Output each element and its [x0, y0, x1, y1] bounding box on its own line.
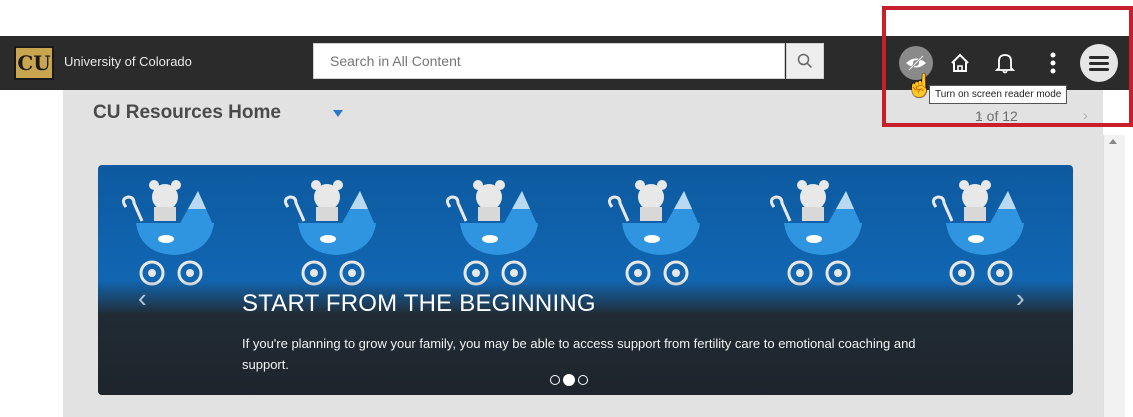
carousel-dot[interactable]	[578, 375, 588, 385]
scroll-up-arrow-icon[interactable]	[1109, 139, 1117, 144]
carousel-prev-chevron-icon[interactable]: ‹	[138, 283, 147, 314]
logo-text: CU	[17, 51, 51, 75]
search-icon	[797, 53, 813, 69]
carousel-dot[interactable]	[550, 375, 560, 385]
banner-description: If you're planning to grow your family, …	[242, 336, 916, 372]
chevron-down-icon[interactable]	[333, 110, 343, 117]
screen: CU University of Colorado CU Resources H…	[0, 0, 1133, 417]
carousel-next-chevron-icon[interactable]: ›	[1016, 283, 1025, 314]
carousel-indicators	[550, 374, 588, 386]
banner-title: START FROM THE BEGINNING	[242, 290, 596, 317]
screen-reader-tooltip: Turn on screen reader mode	[929, 85, 1068, 104]
search-button[interactable]	[786, 43, 824, 79]
annotation-highlight-box	[882, 6, 1133, 127]
carousel-dot-active[interactable]	[563, 374, 575, 386]
search-input[interactable]	[313, 43, 785, 79]
carousel-banner[interactable]: ‹ › START FROM THE BEGINNING If you're p…	[98, 165, 1073, 395]
organization-name: University of Colorado	[64, 54, 192, 69]
page-title[interactable]: CU Resources Home	[93, 102, 281, 124]
cu-logo[interactable]: CU	[14, 46, 54, 80]
vertical-scrollbar[interactable]	[1103, 135, 1125, 417]
